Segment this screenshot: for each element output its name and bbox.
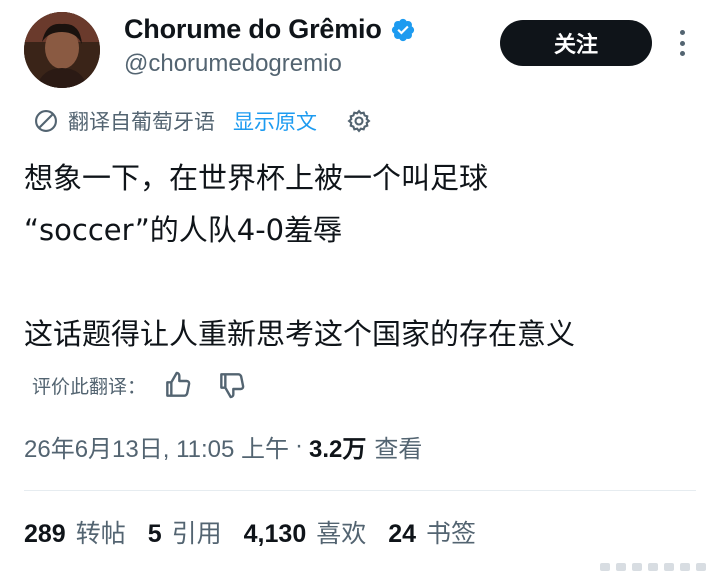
views-count: 3.2万	[309, 435, 367, 463]
watermark-logo	[600, 560, 710, 574]
rate-translation-label: 评价此翻译：	[32, 375, 147, 398]
follow-button[interactable]: 关注	[500, 20, 652, 66]
reposts-label: 转帖	[75, 519, 126, 548]
tweet-timestamp[interactable]: 26年6月13日, 11:05 上午	[24, 429, 289, 464]
author-name-row: Chorume do Grêmio	[124, 14, 416, 45]
views-label: 查看	[374, 435, 423, 463]
reposts-stat[interactable]: 289 转帖	[24, 514, 126, 550]
engagement-stats: 289 转帖 5 引用 4,130 喜欢 24 书签	[24, 512, 498, 552]
bookmarks-label: 书签	[426, 519, 477, 548]
likes-label: 喜欢	[316, 519, 367, 548]
bookmarks-stat[interactable]: 24 书签	[388, 514, 476, 550]
gear-icon[interactable]	[345, 107, 373, 135]
more-dots-icon[interactable]	[672, 30, 692, 56]
author-handle[interactable]: @chorumedogremio	[124, 50, 342, 78]
thumbs-down-icon[interactable]	[216, 369, 248, 401]
divider	[24, 490, 696, 491]
quotes-label: 引用	[171, 519, 222, 548]
quotes-count: 5	[147, 520, 162, 548]
show-original-link[interactable]: 显示原文	[233, 106, 317, 136]
tweet-meta: 26年6月13日, 11:05 上午 · 3.2万 查看	[24, 426, 422, 466]
avatar[interactable]	[24, 12, 100, 88]
author-display-name[interactable]: Chorume do Grêmio	[124, 14, 382, 45]
avatar-image	[24, 12, 100, 88]
tweet-text: 想象一下，在世界杯上被一个叫足球 “soccer”的人队4-0羞辱 这话题得让人…	[24, 161, 576, 351]
translate-globe-icon	[35, 110, 57, 132]
likes-count: 4,130	[243, 520, 307, 548]
rate-translation-row: 评价此翻译：	[32, 368, 248, 402]
verified-badge-icon	[391, 18, 414, 41]
thumbs-up-icon[interactable]	[162, 369, 194, 401]
bookmarks-count: 24	[388, 520, 417, 548]
reposts-count: 289	[24, 520, 66, 548]
translated-from-label: 翻译自葡萄牙语	[68, 110, 215, 134]
translation-bar: 翻译自葡萄牙语 显示原文	[32, 104, 373, 138]
likes-stat[interactable]: 4,130 喜欢	[244, 514, 367, 550]
meta-separator: ·	[295, 432, 304, 459]
quotes-stat[interactable]: 5 引用	[148, 514, 222, 550]
